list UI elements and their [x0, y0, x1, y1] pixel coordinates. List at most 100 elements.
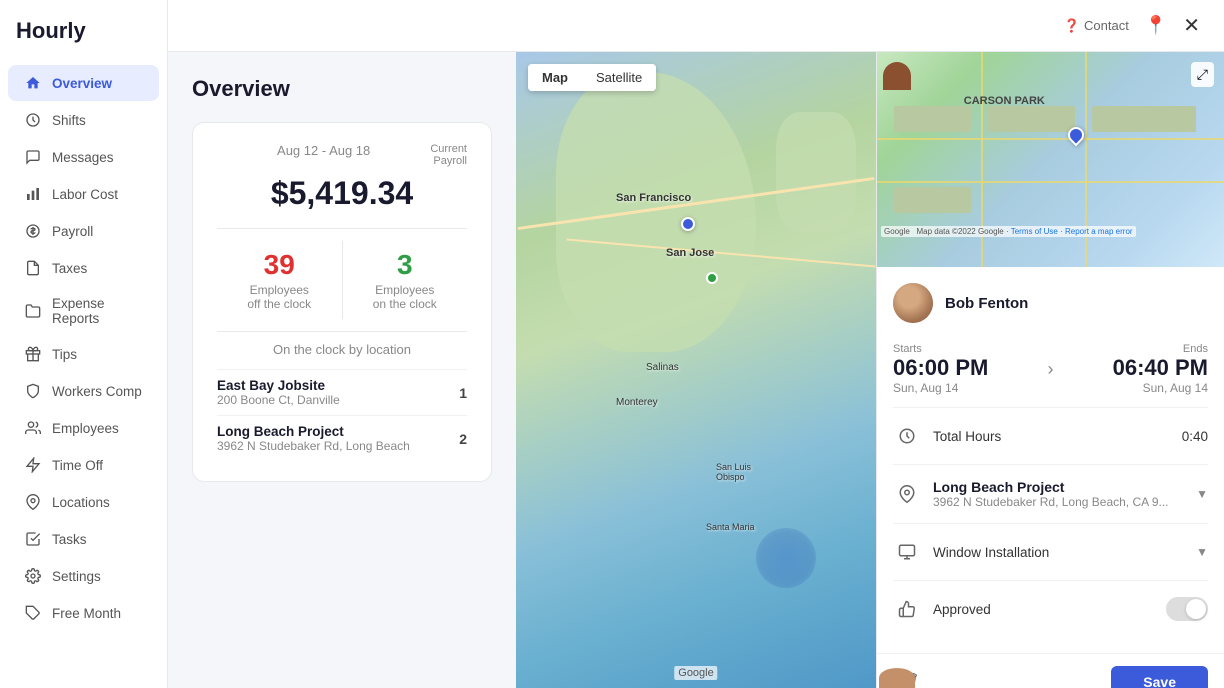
end-time-block: Ends 06:40 PM Sun, Aug 14	[1113, 343, 1208, 395]
location-pin-icon: 📍	[1145, 15, 1167, 36]
user-name: Bob Fenton	[945, 295, 1028, 312]
sidebar-label-payroll: Payroll	[52, 224, 93, 239]
on-clock-count: 3	[351, 249, 460, 281]
home-icon	[24, 74, 42, 92]
close-window-icon[interactable]: ✕	[1183, 13, 1200, 38]
clock-icon-detail	[893, 422, 921, 450]
sidebar-item-settings[interactable]: Settings	[8, 558, 159, 594]
time-arrow: ›	[1048, 359, 1054, 380]
location-row-east-bay: East Bay Jobsite 200 Boone Ct, Danville …	[217, 369, 467, 415]
location-info-detail: Long Beach Project 3962 N Studebaker Rd,…	[933, 479, 1184, 509]
sidebar-label-tips: Tips	[52, 347, 77, 362]
gear-icon	[24, 567, 42, 585]
topbar: ❓ Contact 📍 ✕	[168, 0, 1224, 52]
sidebar-item-expense-reports[interactable]: Expense Reports	[8, 287, 159, 335]
sidebar-label-locations: Locations	[52, 495, 110, 510]
right-panel-mini-map: CARSON PARK Google Map data ©2022 Google…	[877, 52, 1224, 267]
payroll-date: Aug 12 - Aug 18	[217, 143, 430, 158]
thumbs-up-icon	[893, 595, 921, 623]
employee-stats: 39 Employeesoff the clock 3 Employeeson …	[217, 241, 467, 319]
sidebar-label-shifts: Shifts	[52, 113, 86, 128]
sidebar-item-overview[interactable]: Overview	[8, 65, 159, 101]
sidebar-item-taxes[interactable]: Taxes	[8, 250, 159, 286]
sidebar-label-messages: Messages	[52, 150, 114, 165]
location-dropdown-arrow[interactable]: ▼	[1196, 487, 1208, 501]
sidebar-label-labor-cost: Labor Cost	[52, 187, 118, 202]
gift-icon	[24, 345, 42, 363]
sidebar-item-time-off[interactable]: Time Off	[8, 447, 159, 483]
folder-icon	[24, 302, 42, 320]
location-info-east-bay: East Bay Jobsite 200 Boone Ct, Danville	[217, 378, 340, 407]
sidebar-label-workers-comp: Workers Comp	[52, 384, 142, 399]
sidebar-label-overview: Overview	[52, 76, 112, 91]
map-view-tabs: Map Satellite	[528, 64, 656, 91]
panel-footer: 🗑 Save	[877, 653, 1224, 688]
current-payroll-label: Current Payroll	[430, 143, 467, 167]
overview-panel: Overview Aug 12 - Aug 18 Current Payroll…	[168, 52, 516, 688]
total-hours-row: Total Hours 0:40	[893, 407, 1208, 464]
help-label: Contact	[1084, 18, 1129, 33]
report-error-link[interactable]: Report a map error	[1065, 227, 1133, 236]
user-avatar	[893, 283, 933, 323]
approved-toggle[interactable]	[1166, 597, 1208, 621]
map-background: San Francisco San Jose Salinas Monterey …	[516, 52, 876, 688]
job-row: Window Installation ▼	[893, 523, 1208, 580]
sidebar-item-employees[interactable]: Employees	[8, 410, 159, 446]
sidebar-label-settings: Settings	[52, 569, 101, 584]
start-time-block: Starts 06:00 PM Sun, Aug 14	[893, 343, 988, 395]
payroll-header: Aug 12 - Aug 18 Current Payroll	[217, 143, 467, 167]
sidebar-item-free-month[interactable]: Free Month	[8, 595, 159, 631]
bar-chart-icon	[24, 185, 42, 203]
main-content: ❓ Contact 📍 ✕ Overview Aug 12 - Aug 18 C…	[168, 0, 1224, 688]
job-icon	[893, 538, 921, 566]
on-clock-label: Employeeson the clock	[351, 283, 460, 311]
terms-link[interactable]: Terms of Use	[1011, 227, 1058, 236]
right-detail-panel: CARSON PARK Google Map data ©2022 Google…	[876, 52, 1224, 688]
payroll-card: Aug 12 - Aug 18 Current Payroll $5,419.3…	[192, 122, 492, 482]
content-area: Overview Aug 12 - Aug 18 Current Payroll…	[168, 52, 1224, 688]
sidebar-item-workers-comp[interactable]: Workers Comp	[8, 373, 159, 409]
location-row-long-beach: Long Beach Project 3962 N Studebaker Rd,…	[217, 415, 467, 461]
app-logo: Hourly	[0, 0, 167, 60]
map-pin-sj	[706, 272, 718, 284]
help-button[interactable]: ❓ Contact	[1064, 18, 1129, 34]
sidebar-item-tips[interactable]: Tips	[8, 336, 159, 372]
sidebar-item-locations[interactable]: Locations	[8, 484, 159, 520]
save-button[interactable]: Save	[1111, 666, 1208, 688]
time-row: Starts 06:00 PM Sun, Aug 14 › Ends 06:40…	[893, 343, 1208, 395]
dollar-icon	[24, 222, 42, 240]
google-watermark: Google	[674, 666, 717, 680]
sidebar-item-tasks[interactable]: Tasks	[8, 521, 159, 557]
off-clock-label: Employeesoff the clock	[225, 283, 334, 311]
map-container: San Francisco San Jose Salinas Monterey …	[516, 52, 876, 688]
off-clock-stat: 39 Employeesoff the clock	[217, 241, 342, 319]
approved-row: Approved	[893, 580, 1208, 637]
message-icon	[24, 148, 42, 166]
tab-map[interactable]: Map	[528, 64, 582, 91]
sidebar-item-shifts[interactable]: Shifts	[8, 102, 159, 138]
time-off-icon	[24, 456, 42, 474]
cursor-indicator	[756, 528, 816, 588]
check-icon	[24, 530, 42, 548]
sidebar: Hourly Overview Shifts Messages Labor Co…	[0, 0, 168, 688]
map-attribution-small: Google Map data ©2022 Google · Terms of …	[881, 226, 1136, 237]
sidebar-item-labor-cost[interactable]: Labor Cost	[8, 176, 159, 212]
on-clock-stat: 3 Employeeson the clock	[342, 241, 468, 319]
users-icon	[24, 419, 42, 437]
job-dropdown-arrow[interactable]: ▼	[1196, 545, 1208, 559]
help-icon: ❓	[1064, 18, 1080, 34]
sidebar-item-messages[interactable]: Messages	[8, 139, 159, 175]
sidebar-nav: Overview Shifts Messages Labor Cost Payr	[0, 60, 167, 688]
user-row: Bob Fenton	[893, 283, 1208, 323]
sidebar-label-free-month: Free Month	[52, 606, 121, 621]
sidebar-label-expense-reports: Expense Reports	[52, 296, 143, 326]
tab-satellite[interactable]: Satellite	[582, 64, 656, 91]
pin-icon-detail	[893, 480, 921, 508]
location-detail-row: Long Beach Project 3962 N Studebaker Rd,…	[893, 464, 1208, 523]
sidebar-label-tasks: Tasks	[52, 532, 87, 547]
sidebar-label-employees: Employees	[52, 421, 119, 436]
map-pin-sf	[681, 217, 695, 231]
expand-map-button[interactable]: ⤢	[1191, 62, 1214, 87]
sidebar-item-payroll[interactable]: Payroll	[8, 213, 159, 249]
tag-icon	[24, 604, 42, 622]
